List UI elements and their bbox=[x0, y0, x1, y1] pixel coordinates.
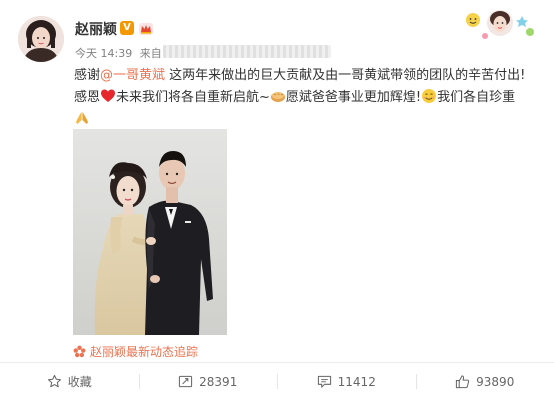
text-farewell: 我们各自珍重 bbox=[437, 90, 516, 105]
thumbs-up-icon bbox=[456, 375, 470, 389]
favorite-label: 收藏 bbox=[67, 375, 92, 389]
smile-emoji-icon bbox=[422, 89, 437, 103]
link-card-label[interactable]: 赵丽颖最新动态追踪 bbox=[90, 343, 198, 360]
action-bar: 收藏 28391 11412 93890 bbox=[0, 363, 554, 400]
post-content: 感谢@一哥黄斌 这两年来做出的巨大贡献及由一哥黄斌带领的团队的辛苦付出! 感恩未… bbox=[74, 65, 536, 131]
comment-icon bbox=[317, 375, 331, 388]
couple-photo bbox=[73, 129, 227, 335]
text-future: 未来我们将各自重新启航~ bbox=[116, 90, 270, 105]
blurred-source bbox=[163, 45, 331, 58]
link-card[interactable]: 赵丽颖最新动态追踪 bbox=[73, 343, 198, 360]
post-meta: 今天 14:39 来自 bbox=[75, 45, 331, 61]
repost-button[interactable]: 28391 bbox=[138, 363, 278, 400]
avatar-image bbox=[18, 16, 64, 62]
repost-count: 28391 bbox=[199, 374, 238, 389]
content-line-3 bbox=[74, 109, 536, 131]
like-button[interactable]: 93890 bbox=[415, 363, 554, 400]
source-prefix: 来自 bbox=[139, 47, 162, 60]
text-gratitude: 感恩 bbox=[74, 90, 101, 105]
content-line-2: 感恩 未来我们将各自重新启航~ 愿斌爸爸事业更加辉煌! 我们各自珍重 bbox=[74, 87, 536, 109]
post-image[interactable] bbox=[73, 129, 227, 335]
decorative-sticker-icon bbox=[466, 10, 534, 39]
crown-icon bbox=[139, 23, 153, 35]
red-heart-emoji-icon bbox=[101, 89, 116, 102]
text-contribution: 这两年来做出的巨大贡献及由一哥黄斌带领的团队的辛苦付出! bbox=[165, 68, 526, 83]
content-line-1: 感谢@一哥黄斌 这两年来做出的巨大贡献及由一哥黄斌带领的团队的辛苦付出! bbox=[74, 65, 536, 87]
favorite-button[interactable]: 收藏 bbox=[0, 363, 139, 400]
repost-icon bbox=[179, 375, 193, 388]
comment-button[interactable]: 11412 bbox=[277, 363, 416, 400]
flower-icon bbox=[73, 345, 86, 358]
text-thanks: 感谢 bbox=[74, 68, 101, 83]
praying-hands-emoji-icon bbox=[76, 112, 88, 124]
comment-count: 11412 bbox=[337, 374, 376, 389]
mention-link[interactable]: @一哥黄斌 bbox=[100, 68, 165, 83]
like-count: 93890 bbox=[476, 374, 515, 389]
bread-emoji-icon bbox=[270, 92, 285, 102]
avatar[interactable] bbox=[18, 16, 64, 62]
star-icon bbox=[47, 374, 61, 388]
text-wish: 愿斌爸爸事业更加辉煌! bbox=[285, 90, 422, 105]
author-name[interactable]: 赵丽颖 bbox=[75, 19, 117, 39]
post-time[interactable]: 今天 14:39 bbox=[75, 47, 132, 60]
verified-badge: V bbox=[120, 21, 134, 35]
weibo-post: 赵丽颖 V 今天 14:39 来自 感谢@一哥黄斌 这两年来做出的巨大贡献及由一… bbox=[0, 0, 554, 400]
